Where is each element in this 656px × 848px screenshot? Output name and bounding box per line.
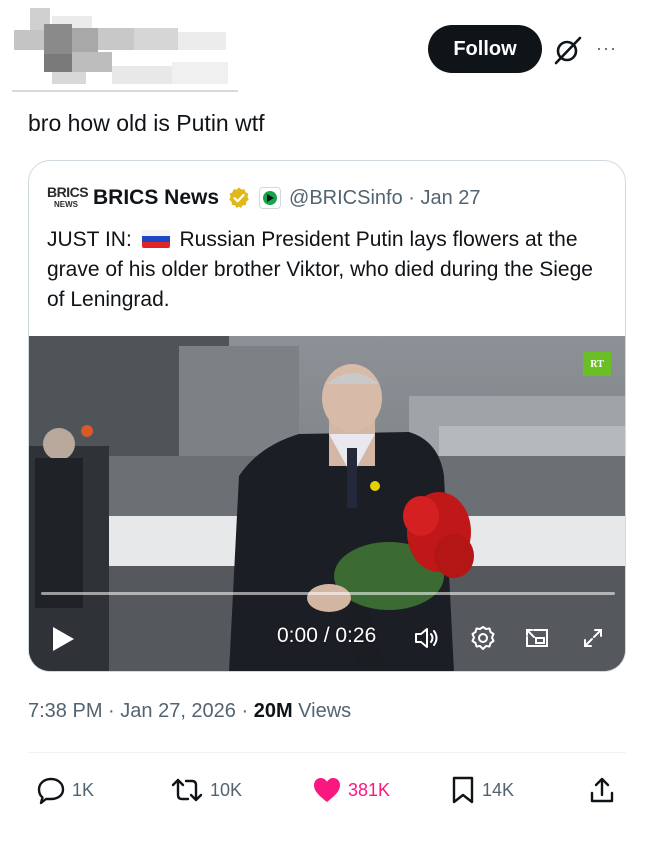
like-button[interactable]: 381K (312, 770, 390, 810)
post-meta: 7:38 PM · Jan 27, 2026 · 20M Views (28, 700, 352, 722)
video-time: 0:00 / 0:26 (277, 624, 377, 647)
brics-logo-line1: BRICS (47, 184, 89, 200)
repost-icon (171, 778, 203, 802)
views-label: Views (298, 700, 352, 722)
more-icon[interactable]: ··· (596, 38, 624, 58)
fullscreen-icon[interactable] (579, 624, 607, 652)
post-date[interactable]: Jan 27, 2026 (120, 700, 236, 722)
pip-icon[interactable] (523, 624, 551, 652)
repost-count: 10K (210, 779, 243, 800)
post-text: bro how old is Putin wtf (28, 110, 265, 136)
brics-avatar[interactable]: BRICS NEWS (47, 184, 89, 212)
repost-button[interactable]: 10K (170, 770, 242, 810)
play-icon[interactable] (51, 626, 75, 652)
video-player[interactable]: RT 0:00 / 0:26 (29, 336, 625, 671)
brics-badge-icon (259, 187, 282, 209)
russia-flag-icon (141, 230, 170, 248)
blurred-avatar-username (12, 6, 238, 92)
bookmark-count: 14K (482, 779, 515, 800)
rt-watermark: RT (583, 352, 611, 376)
like-count: 381K (348, 779, 391, 800)
settings-icon[interactable] (469, 624, 497, 652)
brics-logo-line2: NEWS (54, 200, 78, 209)
follow-button[interactable]: Follow (428, 25, 542, 73)
post-time[interactable]: 7:38 PM (28, 700, 102, 722)
reply-count: 1K (72, 779, 95, 800)
action-bar: 1K 10K 381K 14K (0, 770, 656, 810)
quote-author-name[interactable]: BRICS News (93, 186, 219, 210)
grok-icon[interactable] (552, 34, 584, 66)
video-progress-bar[interactable] (41, 592, 615, 595)
share-icon (590, 777, 614, 803)
verified-icon (227, 186, 251, 210)
video-frame (29, 336, 625, 671)
quote-handle-date[interactable]: @BRICSinfo · Jan 27 (289, 187, 481, 210)
post-header: Follow ··· (0, 0, 656, 100)
volume-icon[interactable] (413, 624, 441, 652)
share-button[interactable] (588, 770, 616, 810)
reply-icon (37, 777, 65, 805)
quote-header: BRICS NEWS BRICS News @BRICSinfo · Jan 2… (47, 183, 481, 213)
quote-text: JUST IN: Russian President Putin lays fl… (47, 225, 607, 315)
views-count: 20M (253, 700, 293, 722)
quoted-post[interactable]: BRICS NEWS BRICS News @BRICSinfo · Jan 2… (28, 160, 626, 672)
divider (28, 752, 626, 753)
quote-text-prefix: JUST IN: (47, 228, 132, 251)
like-icon (314, 778, 340, 802)
reply-button[interactable]: 1K (36, 770, 94, 810)
bookmark-icon (452, 776, 474, 804)
bookmark-button[interactable]: 14K (450, 770, 514, 810)
